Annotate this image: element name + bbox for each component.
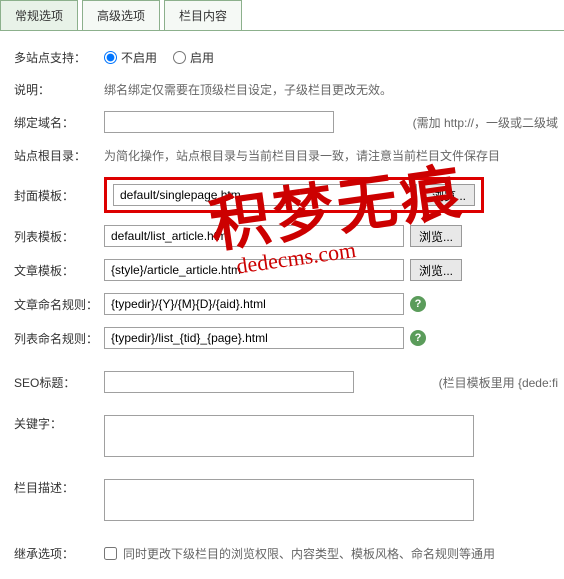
cover-tpl-input[interactable]: [113, 184, 417, 206]
label-multisite: 多站点支持：: [14, 49, 104, 66]
help-icon[interactable]: ?: [410, 296, 426, 312]
label-desc: 说明：: [14, 81, 104, 98]
tab-content[interactable]: 栏目内容: [164, 0, 242, 30]
label-cover-tpl: 封面模板：: [14, 187, 104, 204]
keywords-input[interactable]: [104, 415, 474, 457]
seo-title-input[interactable]: [104, 371, 354, 393]
label-article-tpl: 文章模板：: [14, 262, 104, 279]
radio-multisite-off[interactable]: 不启用: [104, 49, 157, 66]
article-tpl-input[interactable]: [104, 259, 404, 281]
domain-input[interactable]: [104, 111, 334, 133]
list-tpl-browse[interactable]: 浏览...: [410, 225, 462, 247]
radio-off-input[interactable]: [104, 51, 117, 64]
tab-bar: 常规选项 高级选项 栏目内容: [0, 0, 564, 31]
hint-domain: (需加 http://，一级或二级域: [413, 114, 564, 131]
hint-seo: (栏目模板里用 {dede:fi: [439, 374, 564, 391]
hint-siteroot: 为简化操作，站点根目录与当前栏目目录一致，请注意当前栏目文件保存目: [104, 147, 500, 164]
inherit-checkbox[interactable]: [104, 547, 117, 560]
label-keywords: 关键字：: [14, 415, 104, 432]
hint-inherit: 同时更改下级栏目的浏览权限、内容类型、模板风格、命名规则等通用: [123, 545, 495, 562]
form-panel: 多站点支持： 不启用 启用 说明： 绑名绑定仅需要在顶级栏目设定，子级栏目更改无…: [0, 31, 564, 579]
label-list-tpl: 列表模板：: [14, 228, 104, 245]
radio-on-label: 启用: [190, 49, 214, 66]
label-domain: 绑定域名：: [14, 114, 104, 131]
label-list-rule: 列表命名规则：: [14, 330, 104, 347]
cover-tpl-browse[interactable]: 浏览...: [423, 184, 475, 206]
article-tpl-browse[interactable]: 浏览...: [410, 259, 462, 281]
radio-off-label: 不启用: [121, 49, 157, 66]
tab-general[interactable]: 常规选项: [0, 0, 78, 30]
help-icon[interactable]: ?: [410, 330, 426, 346]
list-rule-input[interactable]: [104, 327, 404, 349]
col-desc-input[interactable]: [104, 479, 474, 521]
radio-on-input[interactable]: [173, 51, 186, 64]
tab-advanced[interactable]: 高级选项: [82, 0, 160, 30]
hint-desc: 绑名绑定仅需要在顶级栏目设定，子级栏目更改无效。: [104, 81, 392, 98]
label-article-rule: 文章命名规则：: [14, 296, 104, 313]
label-siteroot: 站点根目录：: [14, 147, 104, 164]
label-seo-title: SEO标题：: [14, 374, 104, 391]
radio-multisite-on[interactable]: 启用: [173, 49, 214, 66]
label-inherit: 继承选项：: [14, 545, 104, 562]
cover-tpl-highlight: 浏览...: [104, 177, 484, 213]
list-tpl-input[interactable]: [104, 225, 404, 247]
label-col-desc: 栏目描述：: [14, 479, 104, 496]
article-rule-input[interactable]: [104, 293, 404, 315]
